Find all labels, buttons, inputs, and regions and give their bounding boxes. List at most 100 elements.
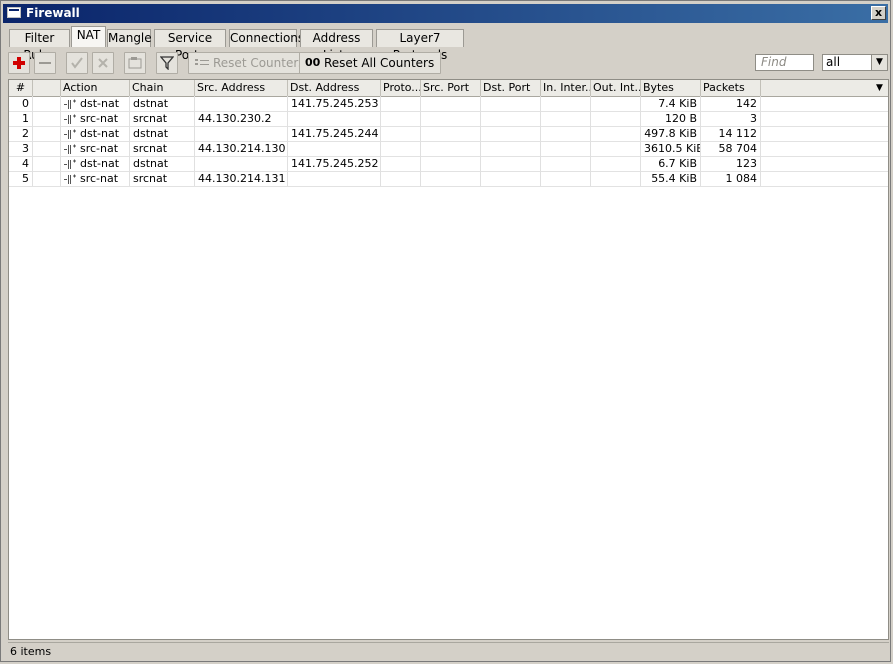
filter-icon [160,56,174,70]
cell-bytes: 3610.5 KiB [641,141,701,156]
tab-address-lists[interactable]: Address Lists [300,29,373,62]
comment-button[interactable] [124,52,146,74]
cell-dst-address [288,141,381,156]
close-button[interactable]: x [871,6,886,20]
find-input[interactable]: Find [755,54,814,71]
col-header-src-port[interactable]: Src. Port [421,80,481,96]
cell-protocol [381,171,421,186]
cell-src-port [421,141,481,156]
table-row[interactable]: 1 src-nat srcnat 44.130.230.2 120 B3 [9,111,888,127]
reset-counters-button[interactable]: Reset Counters [188,52,312,74]
cell-out-interface [591,126,641,141]
col-header-number[interactable]: # [9,80,33,96]
table-row[interactable]: 0 dst-nat dstnat 141.75.245.253 7.4 KiB 142 [9,96,888,112]
cell-packets: 1 084 [701,171,761,186]
chevron-down-icon[interactable]: ▼ [871,55,887,70]
title-bar[interactable]: Firewall x [3,4,888,23]
enable-button[interactable] [66,52,88,74]
cell-src-address: 44.130.214.131 [195,171,288,186]
table-row[interactable]: 5 src-nat srcnat 44.130.214.131 55.4 KiB 1 08… [9,171,888,187]
window-title: Firewall [26,6,80,20]
cell-packets: 3 [701,111,761,126]
cell-dst-port [481,156,541,171]
col-header-bytes[interactable]: Bytes [641,80,701,96]
filter-button[interactable] [156,52,178,74]
cell-chain: srcnat [130,111,195,126]
tab-connections[interactable]: Connections [229,29,304,47]
cell-number: 2 [9,126,33,141]
note-icon [128,57,142,69]
cell-packets: 14 112 [701,126,761,141]
plus-icon [13,57,25,69]
disable-button[interactable] [92,52,114,74]
cell-dst-port [481,141,541,156]
cell-dst-address [288,111,381,126]
cell-chain: dstnat [130,156,195,171]
column-menu-chevron-icon[interactable]: ▼ [871,80,888,96]
cell-dst-port [481,126,541,141]
col-header-packets[interactable]: Packets [701,80,761,96]
col-header-in-interface[interactable]: In. Inter... [541,80,591,96]
cell-protocol [381,111,421,126]
cell-bytes: 120 B [641,111,701,126]
table-row[interactable]: 2 dst-nat dstnat 141.75.245.244 497.8 KiB 14 … [9,126,888,142]
col-header-src-address[interactable]: Src. Address [195,80,288,96]
cell-dst-port [481,96,541,111]
cell-number: 3 [9,141,33,156]
cell-packets: 58 704 [701,141,761,156]
tab-nat[interactable]: NAT [71,26,106,47]
col-header-action[interactable]: Action [61,80,130,96]
check-icon [71,57,83,69]
col-header-flags[interactable] [33,80,61,96]
cell-out-interface [591,96,641,111]
cell-bytes: 7.4 KiB [641,96,701,111]
filter-select-value: all [826,55,841,69]
cell-out-interface [591,156,641,171]
cell-src-port [421,111,481,126]
cell-flags [33,141,61,156]
reset-all-counters-label: Reset All Counters [324,56,435,70]
col-header-chain[interactable]: Chain [130,80,195,96]
cell-flags [33,171,61,186]
cell-in-interface [541,111,591,126]
col-header-out-interface[interactable]: Out. Int... [591,80,641,96]
cell-flags [33,96,61,111]
filter-select[interactable]: all ▼ [822,54,888,71]
reset-all-counters-button[interactable]: 00 Reset All Counters [299,52,442,74]
cell-flags [33,111,61,126]
cell-dst-address: 141.75.245.244 [288,126,381,141]
cell-packets: 142 [701,96,761,111]
cell-out-interface [591,171,641,186]
cell-in-interface [541,171,591,186]
cell-in-interface [541,141,591,156]
cell-protocol [381,156,421,171]
cell-dst-port [481,171,541,186]
dst-nat-icon [64,129,76,139]
cell-action: src-nat [61,141,130,156]
tab-service-ports[interactable]: Service Ports [154,29,226,62]
cell-src-address [195,96,288,111]
action-label: dst-nat [80,127,120,140]
tab-layer7-protocols[interactable]: Layer7 Protocols [376,29,464,62]
table-row[interactable]: 4 dst-nat dstnat 141.75.245.252 6.7 KiB 123 [9,156,888,172]
remove-button[interactable] [34,52,56,74]
col-header-dst-address[interactable]: Dst. Address [288,80,381,96]
col-header-dst-port[interactable]: Dst. Port [481,80,541,96]
action-label: src-nat [80,112,119,125]
tab-filter-rules[interactable]: Filter Rules [9,29,70,62]
cell-chain: dstnat [130,96,195,111]
cell-flags [33,156,61,171]
cell-protocol [381,126,421,141]
col-header-protocol[interactable]: Proto... [381,80,421,96]
nat-rules-table: # Action Chain Src. Address Dst. Address… [8,79,889,640]
cell-bytes: 497.8 KiB [641,126,701,141]
minus-icon [39,62,51,64]
src-nat-icon [64,114,76,124]
dst-nat-icon [64,99,76,109]
cell-src-address: 44.130.214.130 [195,141,288,156]
cell-packets: 123 [701,156,761,171]
add-button[interactable] [8,52,30,74]
table-row[interactable]: 3 src-nat srcnat 44.130.214.130 3610.5 KiB 58… [9,141,888,157]
cell-chain: srcnat [130,171,195,186]
tab-mangle[interactable]: Mangle [107,29,152,47]
